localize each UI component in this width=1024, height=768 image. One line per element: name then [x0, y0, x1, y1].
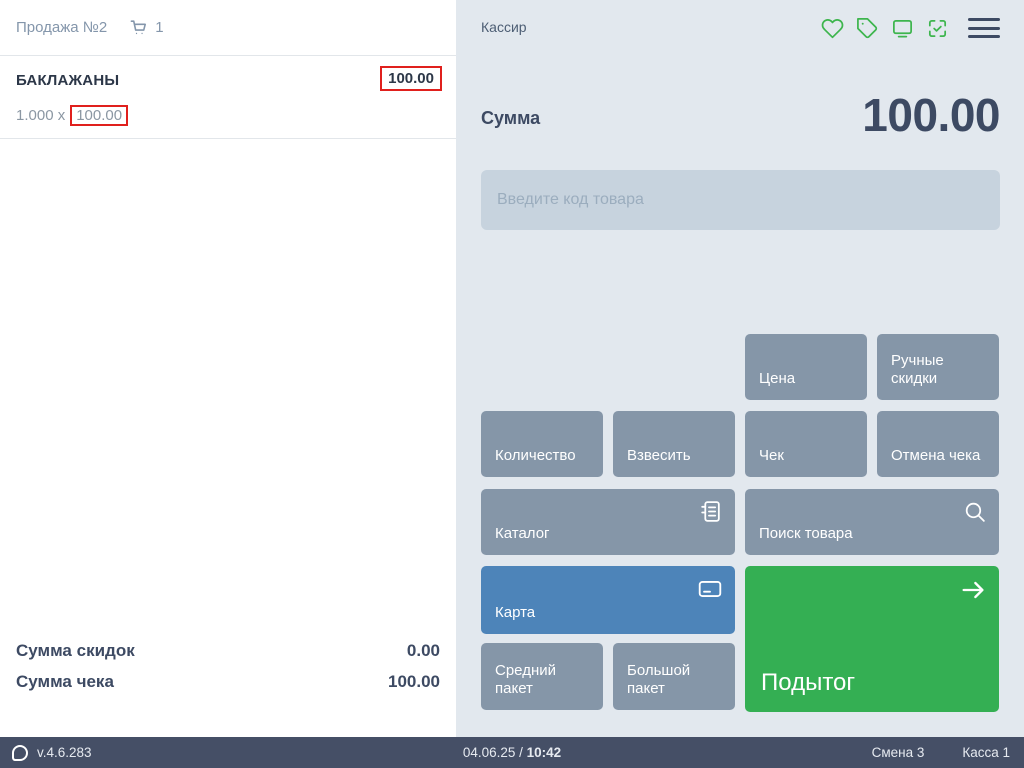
- sum-value: 100.00: [862, 92, 1000, 138]
- price-button[interactable]: Цена: [745, 334, 867, 400]
- receipt-header: Продажа №2 1: [0, 0, 456, 56]
- cashier-label: Кассир: [481, 19, 527, 35]
- receipt-total-label: Сумма чека: [16, 666, 114, 697]
- receipt-total-row: Сумма чека 100.00: [16, 666, 440, 697]
- tag-icon[interactable]: [853, 14, 881, 42]
- sum-row: Сумма 100.00: [481, 92, 1000, 138]
- catalog-button[interactable]: Каталог: [481, 489, 735, 555]
- discount-sum-label: Сумма скидок: [16, 635, 135, 666]
- product-code-input[interactable]: [481, 170, 1000, 230]
- item-unit-price-highlight: 100.00: [70, 105, 128, 126]
- item-qty: 1.000 x: [16, 107, 65, 124]
- cart-icon: [129, 18, 148, 37]
- large-bag-button[interactable]: Большой пакет: [613, 643, 735, 710]
- medium-bag-button[interactable]: Средний пакет: [481, 643, 603, 710]
- receipt-total-value: 100.00: [388, 666, 440, 697]
- discount-sum-value: 0.00: [407, 635, 440, 666]
- scan-check-icon[interactable]: [923, 14, 951, 42]
- weigh-button[interactable]: Взвесить: [613, 411, 735, 477]
- manual-discounts-button[interactable]: Ручные скидки: [877, 334, 999, 400]
- menu-icon[interactable]: [968, 16, 1000, 40]
- subtotal-button[interactable]: Подытог: [745, 566, 999, 712]
- action-panel: Кассир: [456, 0, 1024, 737]
- date-label: 04.06.25 /: [463, 745, 523, 760]
- receipt-summary: Сумма скидок 0.00 Сумма чека 100.00: [16, 635, 440, 697]
- status-bar: v.4.6.283 04.06.25 / 10:42 Смена 3 Касса…: [0, 737, 1024, 768]
- pos-app: Продажа №2 1 БАКЛАЖАНЫ 100.00 1.000 x: [0, 0, 1024, 768]
- search-icon: [962, 499, 987, 527]
- receipt-item-row[interactable]: БАКЛАЖАНЫ 100.00 1.000 x 100.00: [0, 56, 456, 139]
- card-icon: [697, 576, 723, 605]
- cart-indicator: 1: [129, 18, 163, 37]
- arrow-right-icon: [959, 576, 987, 607]
- cart-count: 1: [155, 19, 163, 36]
- discount-sum-row: Сумма скидок 0.00: [16, 635, 440, 666]
- card-button[interactable]: Карта: [481, 566, 735, 634]
- sum-label: Сумма: [481, 108, 540, 129]
- cancel-receipt-button[interactable]: Отмена чека: [877, 411, 999, 477]
- item-name: БАКЛАЖАНЫ: [16, 66, 119, 89]
- receipt-panel: Продажа №2 1 БАКЛАЖАНЫ 100.00 1.000 x: [0, 0, 456, 737]
- receipt-button[interactable]: Чек: [745, 411, 867, 477]
- heart-icon[interactable]: [818, 14, 846, 42]
- quantity-button[interactable]: Количество: [481, 411, 603, 477]
- sale-title: Продажа №2: [16, 19, 107, 36]
- datetime: 04.06.25 / 10:42: [0, 745, 1024, 760]
- header-icons: [818, 14, 1000, 42]
- time-label: 10:42: [527, 745, 562, 760]
- display-icon[interactable]: [888, 14, 916, 42]
- catalog-icon: [698, 499, 723, 527]
- item-total-highlight: 100.00: [380, 66, 442, 91]
- product-search-button[interactable]: Поиск товара: [745, 489, 999, 555]
